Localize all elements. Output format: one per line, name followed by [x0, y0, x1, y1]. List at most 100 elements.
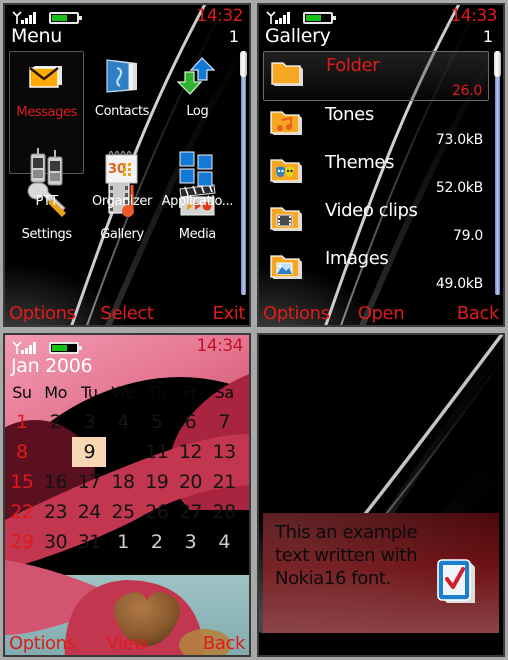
- menu-item-organizer[interactable]: 30 Organizer: [84, 141, 159, 297]
- folder-plain-icon: [271, 62, 303, 86]
- contacts-book-icon: [106, 59, 137, 93]
- four-squares-icon: [179, 151, 213, 187]
- demo-text: This an example text written with Nokia1…: [275, 522, 418, 589]
- menu-item-applications[interactable]: Applicatio...: [160, 141, 235, 297]
- calendar-day-selected[interactable]: 9: [72, 437, 107, 467]
- menu-screen: 14:32 Menu 1 Messages Contacts Log Setti…: [5, 5, 249, 325]
- panel-calendar: 14:34 Jan 2006 Su Mo Tu We Th Fr Sa 1 2 …: [0, 330, 254, 660]
- calendar-day[interactable]: [106, 437, 140, 467]
- scrollbar[interactable]: [240, 51, 247, 295]
- scrollbar[interactable]: [494, 51, 501, 295]
- softkey-left[interactable]: Options: [9, 303, 76, 324]
- calendar-day[interactable]: 18: [106, 467, 140, 497]
- bottom-black-strip: [263, 633, 499, 652]
- folder-themes-icon: [270, 159, 302, 183]
- list-item[interactable]: Folder 26.0: [263, 51, 489, 101]
- list-item[interactable]: Video clips 79.0: [263, 197, 489, 245]
- page-title: Jan 2006: [11, 355, 93, 377]
- calendar-day[interactable]: 19: [140, 467, 174, 497]
- list-item-size: 26.0: [452, 83, 482, 99]
- softkey-right[interactable]: Exit: [213, 303, 246, 324]
- phone-bezel: 14:34 Jan 2006 Su Mo Tu We Th Fr Sa 1 2 …: [0, 330, 254, 660]
- calendar-day[interactable]: 29: [5, 527, 39, 557]
- page-number: 1: [228, 27, 239, 46]
- calendar-day[interactable]: 25: [106, 497, 140, 527]
- calendar-day[interactable]: 30: [39, 527, 73, 557]
- softkey-center[interactable]: View: [106, 633, 148, 654]
- page-title: Gallery: [265, 25, 331, 47]
- panel-menu: 14:32 Menu 1 Messages Contacts Log Setti…: [0, 0, 254, 330]
- calendar-day[interactable]: 20: [174, 467, 208, 497]
- menu-item-ptt[interactable]: PTT: [9, 141, 84, 297]
- list-item[interactable]: Themes 52.0kB: [263, 149, 489, 197]
- calendar-day-other-month[interactable]: 2: [140, 527, 174, 557]
- gallery-screen: 14:33 Gallery 1 Folder 26.0 Tones 73.0kB…: [259, 5, 503, 325]
- weekday-label: Fr: [183, 383, 198, 402]
- scrollbar-thumb[interactable]: [494, 51, 501, 77]
- calendar-day[interactable]: 8: [5, 437, 39, 467]
- menu-item-label: Organizer: [91, 194, 152, 209]
- calendar-day[interactable]: 3: [72, 407, 106, 437]
- calendar-day[interactable]: 15: [5, 467, 39, 497]
- signal-bars-icon: [12, 341, 36, 354]
- calendar-day[interactable]: 13: [207, 437, 241, 467]
- softkey-bar: Options View Back: [5, 629, 249, 655]
- calendar-day-other-month[interactable]: 4: [207, 527, 241, 557]
- list-item-name: Tones: [325, 104, 374, 125]
- phone-bezel: This an example text written with Nokia1…: [254, 330, 508, 660]
- calendar-day[interactable]: 12: [174, 437, 208, 467]
- text-demo-box: This an example text written with Nokia1…: [263, 513, 499, 633]
- softkey-right[interactable]: Back: [457, 303, 500, 324]
- calendar-day[interactable]: 1: [5, 407, 39, 437]
- list-item[interactable]: Images 49.0kB: [263, 245, 489, 293]
- calendar-day[interactable]: 27: [174, 497, 208, 527]
- softkey-left[interactable]: Options: [9, 633, 76, 654]
- menu-item-label: PTT: [35, 194, 59, 209]
- page-title: Menu: [11, 25, 62, 47]
- calendar-day[interactable]: 11: [140, 437, 174, 467]
- calendar-day[interactable]: 16: [39, 467, 73, 497]
- panel-text-demo: This an example text written with Nokia1…: [254, 330, 508, 660]
- status-clock: 14:34: [196, 336, 244, 356]
- calendar-day[interactable]: 31: [72, 527, 106, 557]
- list-item-name: Video clips: [325, 200, 418, 221]
- calendar-day[interactable]: 26: [140, 497, 174, 527]
- calendar-day[interactable]: 6: [174, 407, 208, 437]
- calendar-day[interactable]: 17: [72, 467, 106, 497]
- screenshot-grid: 14:32 Menu 1 Messages Contacts Log Setti…: [0, 0, 508, 660]
- folder-images-icon: [270, 255, 302, 279]
- arrows-updown-icon: [176, 57, 216, 95]
- scrollbar-thumb[interactable]: [240, 51, 247, 77]
- calendar-day[interactable]: 7: [207, 407, 241, 437]
- weekday-label: Su: [12, 383, 32, 402]
- list-item-name: Folder: [326, 55, 380, 76]
- softkey-left[interactable]: Options: [263, 303, 330, 324]
- envelope-icon: [28, 66, 62, 88]
- softkey-right[interactable]: Back: [203, 633, 246, 654]
- calendar-day[interactable]: 28: [207, 497, 241, 527]
- list-item-size: 79.0: [453, 228, 483, 244]
- calendar-day[interactable]: 21: [207, 467, 241, 497]
- two-phones-icon: [30, 148, 63, 186]
- softkey-center[interactable]: Select: [100, 303, 154, 324]
- status-bar: 14:33: [259, 5, 503, 27]
- calendar-day[interactable]: [39, 437, 73, 467]
- calendar-day-other-month[interactable]: 3: [174, 527, 208, 557]
- calendar-day[interactable]: 24: [72, 497, 106, 527]
- list-item[interactable]: Tones 73.0kB: [263, 101, 489, 149]
- list-item-size: 49.0kB: [435, 276, 483, 292]
- phone-bezel: 14:32 Menu 1 Messages Contacts Log Setti…: [0, 0, 254, 330]
- calendar-day-other-month[interactable]: 1: [106, 527, 140, 557]
- calendar-day[interactable]: 4: [106, 407, 140, 437]
- calendar-day[interactable]: 2: [39, 407, 73, 437]
- calendar-grid: 1 2 3 4 5 6 7 8 9 11 12 13 15 16 17 18 1…: [5, 407, 241, 557]
- calendar-day[interactable]: 23: [39, 497, 73, 527]
- softkey-center[interactable]: Open: [358, 303, 405, 324]
- calendar-day[interactable]: 22: [5, 497, 39, 527]
- battery-icon: [303, 12, 336, 24]
- page-number: 1: [482, 27, 493, 46]
- signal-bars-icon: [266, 11, 290, 24]
- calendar-day[interactable]: 5: [140, 407, 174, 437]
- weekday-label: Th: [147, 383, 167, 402]
- battery-icon: [49, 12, 82, 24]
